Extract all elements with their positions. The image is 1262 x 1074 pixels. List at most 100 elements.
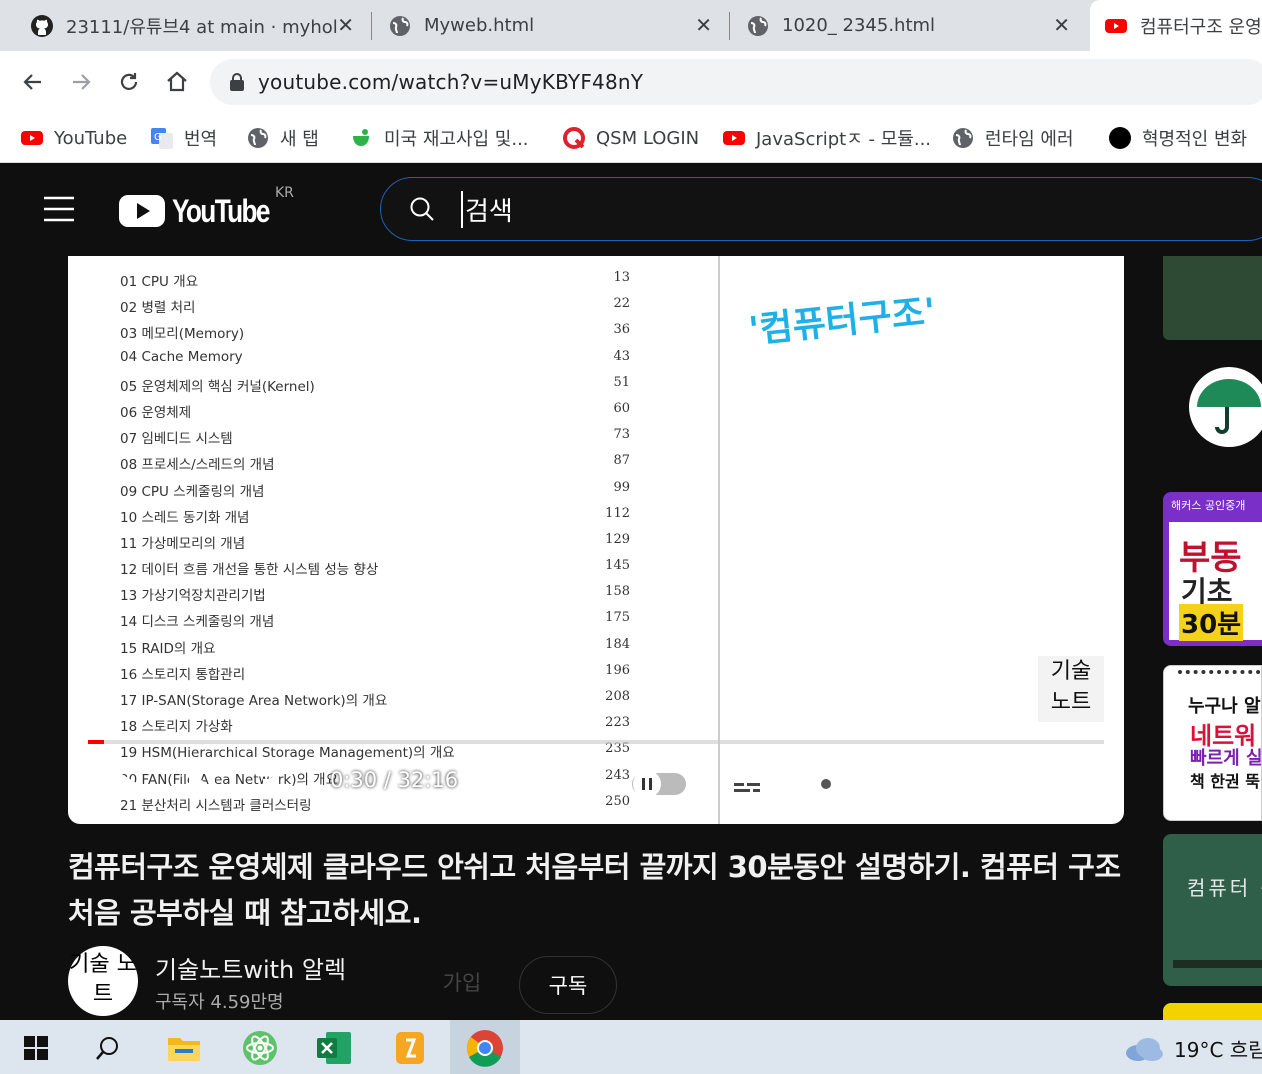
bookmark-label: QSM LOGIN (596, 127, 700, 149)
book-line-4: 책 한권 뚝 (1190, 772, 1261, 791)
channel-watermark: 기술 노트 (1038, 656, 1104, 722)
bookmark-label: YouTube (54, 127, 128, 149)
bookmark-youtube[interactable]: YouTube (20, 123, 127, 153)
gear-icon (809, 767, 843, 801)
volume-icon (263, 771, 279, 797)
browser-tab-bar: 23111/유튜브4 at main · myhol ✕ Myweb.html … (0, 0, 1262, 51)
tab-github[interactable]: 23111/유튜브4 at main · myhol ✕ (16, 0, 368, 51)
toc-page: 73 (613, 427, 630, 443)
lock-icon[interactable] (228, 72, 246, 92)
toc-page: 60 (613, 400, 630, 416)
menu-button[interactable] (42, 195, 76, 223)
tab-myweb[interactable]: Myweb.html ✕ (374, 0, 726, 51)
search-box[interactable]: 검색 (380, 177, 1262, 241)
tab-title: Myweb.html (424, 15, 535, 36)
toc-page: 129 (605, 531, 630, 547)
sidebar-channel-avatar[interactable] (1163, 363, 1262, 453)
bookmark-runtime-error[interactable]: 런타임 에러 (951, 123, 1074, 153)
fullscreen-button[interactable] (1046, 756, 1082, 812)
search-icon (96, 1037, 118, 1060)
toc-row: 01 CPU 개요 13 (120, 270, 630, 296)
reload-icon (120, 73, 138, 90)
forward-button[interactable] (64, 65, 98, 99)
toc-row: 10 스레드 동기화 개념 112 (120, 506, 630, 532)
search-input[interactable]: 검색 (461, 190, 513, 228)
progress-bar[interactable] (88, 740, 1104, 744)
globe-icon (390, 15, 410, 36)
tab-1020[interactable]: 1020_ 2345.html ✕ (732, 0, 1084, 51)
toc-page: 112 (605, 505, 630, 521)
folder-icon (168, 1038, 200, 1061)
weather-widget[interactable]: 19°C 흐림 (1124, 1034, 1262, 1063)
home-icon (167, 71, 187, 92)
volume-button[interactable] (260, 756, 292, 812)
bookmark-label: 번역 (184, 129, 218, 150)
toc-row: 09 CPU 스케줄링의 개념 99 (120, 480, 630, 506)
bookmark-new-tab[interactable]: 새 탭 (246, 123, 319, 153)
reload-button[interactable] (112, 65, 146, 99)
address-toolbar: youtube.com/watch?v=uMyKBYF48nY (0, 51, 1262, 113)
table-of-contents: 01 CPU 개요 13 02 병렬 처리 22 03 메모리(Memory) 36 04 … (120, 270, 630, 820)
toc-page: 99 (613, 479, 630, 495)
bookmark-qsm[interactable]: QSM LOGIN (562, 123, 699, 153)
search-icon (410, 197, 434, 221)
theater-mode-button[interactable] (964, 756, 1006, 812)
bandizip-button[interactable] (390, 1028, 430, 1068)
book-line-1: 누구나 알 (1188, 696, 1261, 717)
autoplay-toggle[interactable] (630, 756, 688, 812)
toc-title: 09 CPU 스케줄링의 개념 (120, 483, 265, 500)
sidebar-thumb-1[interactable] (1163, 256, 1262, 340)
toc-row: 05 운영체제의 핵심 커널(Kernel) 51 (120, 375, 630, 401)
toc-page: 22 (613, 296, 630, 312)
hamburger-icon (44, 196, 74, 222)
play-button[interactable] (110, 756, 140, 812)
toc-page: 184 (605, 636, 630, 652)
back-button[interactable] (16, 65, 50, 99)
sidebar-ad-hackers[interactable]: 해커스 공인중개 부동 기초 30분 (1163, 492, 1262, 646)
subscriber-count: 구독자 4.59만명 (155, 992, 284, 1013)
omnibox[interactable]: youtube.com/watch?v=uMyKBYF48nY (210, 59, 1262, 105)
toc-page: 43 (613, 348, 630, 364)
home-button[interactable] (160, 65, 194, 99)
bookmark-label: 혁명적인 변화 (1142, 129, 1248, 150)
miniplayer-button[interactable] (886, 756, 926, 812)
sidebar-book-network[interactable]: 누구나 알 네트워 빠르게 실 책 한권 뚝 (1163, 665, 1262, 821)
subscribe-button[interactable]: 구독 (519, 956, 617, 1014)
ad-line-3: 30분 (1179, 604, 1244, 641)
subtitles-button[interactable] (728, 756, 766, 812)
youtube-logo[interactable]: YouTube (118, 191, 290, 231)
channel-name[interactable]: 기술노트with 알렉 (155, 950, 346, 985)
file-explorer-button[interactable] (164, 1028, 204, 1068)
excel-button[interactable] (314, 1028, 354, 1068)
svg-text:G: G (154, 132, 162, 143)
bookmark-us-inventory[interactable]: 미국 재고사입 및... (350, 123, 529, 153)
join-button[interactable]: 가입 (412, 957, 512, 1007)
toc-title: 14 디스크 스케줄링의 개념 (120, 614, 275, 631)
channel-avatar[interactable]: 기술 노트 (68, 946, 138, 1016)
umbrella-logo-icon (1189, 367, 1262, 447)
ad-header: 해커스 공인중개 (1171, 499, 1246, 512)
bookmark-translate[interactable]: G 번역 (150, 123, 217, 153)
bookmark-revolutionary[interactable]: 혁명적인 변화 (1108, 123, 1247, 153)
sidebar-thumb-computer[interactable]: 컴퓨터 구 (1163, 834, 1262, 986)
close-tab-icon[interactable]: ✕ (695, 13, 712, 37)
next-button[interactable] (186, 756, 218, 812)
toc-title: 13 가상기억장치관리기법 (120, 588, 266, 605)
tab-youtube-active[interactable]: 컴퓨터구조 운영 (1090, 0, 1262, 51)
settings-button[interactable] (808, 756, 844, 812)
toc-title: 06 운영체제 (120, 404, 192, 421)
url-text[interactable]: youtube.com/watch?v=uMyKBYF48nY (258, 70, 643, 94)
toc-row: 17 IP-SAN(Storage Area Network)의 개요 208 (120, 689, 630, 715)
start-button[interactable] (16, 1028, 56, 1068)
taskbar-search-button[interactable] (88, 1028, 128, 1068)
toc-title: 17 IP-SAN(Storage Area Network)의 개요 (120, 693, 388, 709)
tab-separator (729, 12, 730, 40)
video-player[interactable]: 01 CPU 개요 13 02 병렬 처리 22 03 메모리(Memory) 36 04 … (68, 256, 1124, 824)
bookmark-javascript[interactable]: JavaScriptㅈ - 모듈... (722, 123, 931, 153)
close-tab-icon[interactable]: ✕ (1053, 13, 1070, 37)
q-logo-icon (563, 127, 585, 149)
chrome-button[interactable] (465, 1028, 505, 1068)
atom-app-button[interactable] (240, 1028, 280, 1068)
chrome-icon (466, 1030, 503, 1067)
close-tab-icon[interactable]: ✕ (337, 13, 354, 37)
